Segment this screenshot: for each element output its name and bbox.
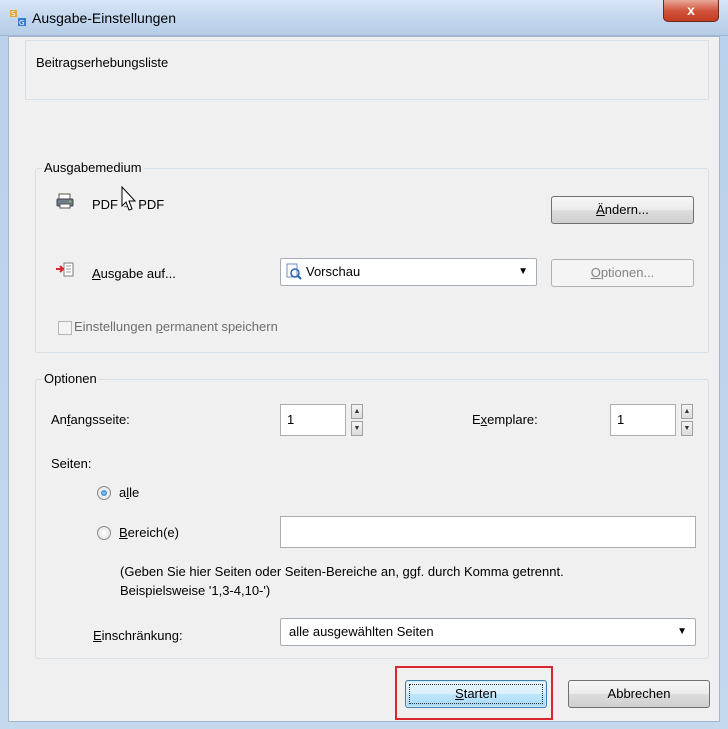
spin-up-icon[interactable]: ▲ — [681, 404, 693, 419]
dialog-window: S G Ausgabe-Einstellungen x Beitragserhe… — [0, 0, 728, 729]
report-name: Beitragserhebungsliste — [36, 55, 169, 70]
spin-down-icon[interactable]: ▼ — [351, 421, 363, 436]
spin-up-icon[interactable]: ▲ — [351, 404, 363, 419]
aendern-mnemonic: Ä — [596, 202, 605, 217]
close-button[interactable]: x — [663, 0, 719, 22]
optionen-button[interactable]: Optionen... — [551, 259, 694, 287]
window-title: Ausgabe-Einstellungen — [32, 10, 176, 26]
ausgabe-auf-text: usgabe auf... — [100, 266, 176, 281]
seiten-label: Seiten: — [51, 456, 92, 471]
exemplare-value: 1 — [617, 412, 625, 427]
chevron-down-icon: ▼ — [518, 266, 528, 277]
anfangsseite-label-post: angsseite: — [70, 412, 130, 427]
optionen-mnemonic: O — [590, 265, 601, 280]
permanent-mnemonic: p — [155, 319, 163, 334]
anfangsseite-spinner[interactable]: ▲ ▼ — [351, 404, 363, 436]
optionen-group-label: Optionen — [42, 371, 99, 386]
radio-bereich[interactable] — [97, 526, 111, 540]
exemplare-label: Exemplare: — [472, 412, 538, 427]
permanent-checkbox[interactable] — [58, 321, 72, 335]
preview-magnifier-icon — [286, 263, 302, 280]
einschraenkung-mnemonic: E — [93, 628, 102, 643]
output-target-icon — [56, 262, 74, 277]
ausgabe-auf-label: Ausgabe auf... — [92, 266, 176, 281]
ausgabemedium-group-label: Ausgabemedium — [42, 160, 144, 175]
radio-alle[interactable] — [97, 486, 111, 500]
anfangsseite-input[interactable]: 1 — [280, 404, 346, 436]
permanent-label-pre: Einstellungen — [74, 319, 156, 334]
svg-text:G: G — [19, 19, 24, 26]
spin-down-icon[interactable]: ▼ — [681, 421, 693, 436]
einschraenkung-post: inschränkung: — [101, 628, 183, 643]
printer-icon — [56, 193, 74, 209]
radio-alle-label[interactable]: alle — [119, 485, 139, 500]
exemplare-spinner[interactable]: ▲ ▼ — [681, 404, 693, 436]
chevron-down-icon: ▼ — [677, 626, 687, 637]
anfangsseite-value: 1 — [287, 412, 295, 427]
aendern-button[interactable]: Ändern... — [551, 196, 694, 224]
ausgabe-auf-value: Vorschau — [306, 264, 361, 279]
aendern-label: ndern... — [604, 202, 649, 217]
sg-app-icon: S G — [10, 10, 26, 26]
einschraenkung-select[interactable]: alle ausgewählten Seiten ▼ — [280, 618, 696, 646]
abbrechen-button[interactable]: Abbrechen — [568, 680, 710, 708]
radio-bereich-mnemonic: B — [119, 525, 128, 540]
exemplare-input[interactable]: 1 — [610, 404, 676, 436]
radio-bereich-post: ereich(e) — [127, 525, 179, 540]
permanent-checkbox-label[interactable]: Einstellungen permanent speichern — [74, 319, 278, 334]
bereich-hint-line2: Beispielsweise '1,3-4,10-') — [120, 583, 271, 598]
report-name-box: Beitragserhebungsliste — [25, 40, 709, 100]
bereich-input[interactable] — [280, 516, 696, 548]
radio-alle-post: le — [129, 485, 140, 500]
anfangsseite-label-pre: An — [51, 412, 67, 427]
einschraenkung-value: alle ausgewählten Seiten — [289, 624, 434, 639]
anfangsseite-label: Anfangsseite: — [51, 412, 130, 427]
einschraenkung-label: Einschränkung: — [93, 628, 183, 643]
bereich-hint-line1: (Geben Sie hier Seiten oder Seiten-Berei… — [120, 564, 564, 579]
exemplare-label-pre: E — [472, 412, 481, 427]
ausgabe-auf-select[interactable]: Vorschau ▼ — [280, 258, 537, 286]
optionen-label: ptionen... — [600, 265, 655, 280]
ausgabe-auf-mnemonic: A — [92, 266, 101, 281]
title-bar[interactable]: S G Ausgabe-Einstellungen x — [0, 0, 728, 36]
starten-highlight-box — [395, 666, 553, 720]
exemplare-label-post: emplare: — [487, 412, 538, 427]
close-icon: x — [687, 2, 695, 18]
permanent-label-post: ermanent speichern — [162, 319, 278, 334]
svg-text:S: S — [11, 10, 16, 18]
mouse-cursor-icon — [121, 186, 137, 211]
radio-bereich-label[interactable]: Bereich(e) — [119, 525, 179, 540]
